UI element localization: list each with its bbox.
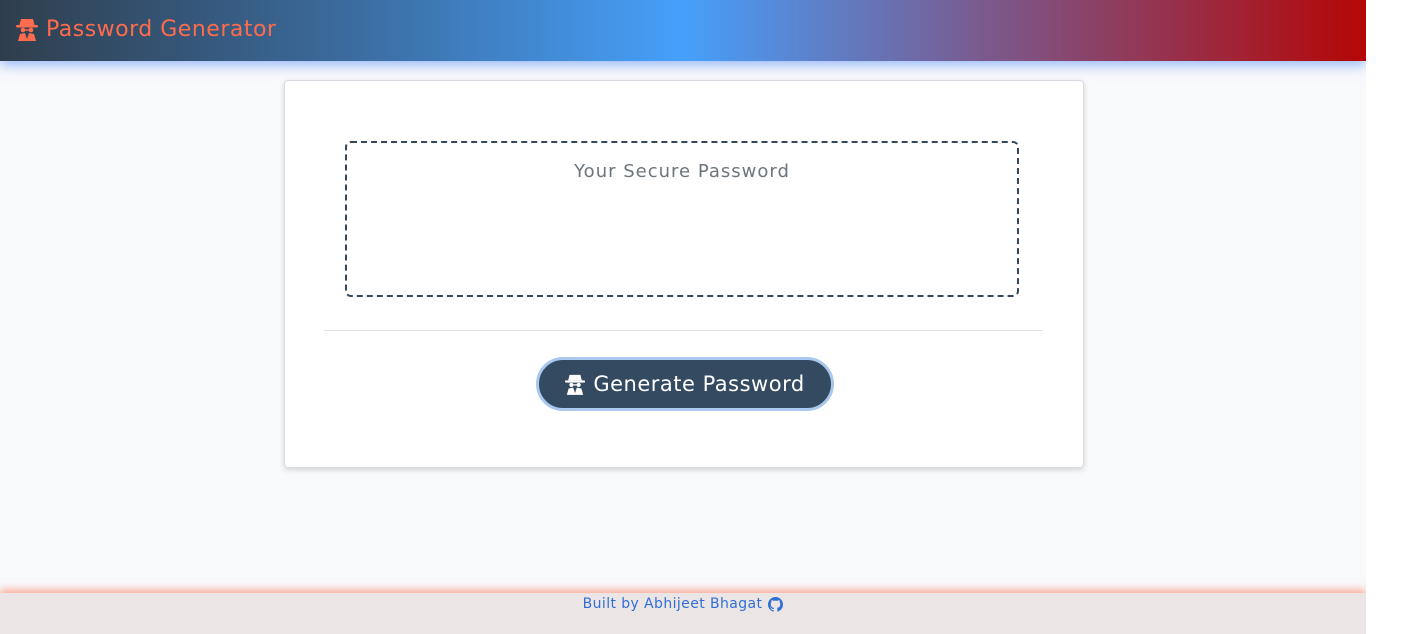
app-viewport: Password Generator Generate Password Bui… [0,0,1366,634]
password-output[interactable] [345,141,1019,297]
footer-credit: Built by Abhijeet Bhagat [582,596,763,612]
generate-password-button[interactable]: Generate Password [536,357,834,411]
github-icon[interactable] [768,596,784,612]
spy-icon [565,373,586,395]
top-navbar: Password Generator [0,0,1366,61]
generate-button-label: Generate Password [593,372,805,396]
divider [324,330,1043,331]
spy-icon [16,17,38,41]
app-title: Password Generator [46,16,277,42]
generator-card: Generate Password [284,80,1084,468]
brand-link[interactable]: Password Generator [16,14,276,44]
footer: Built by Abhijeet Bhagat [0,593,1366,634]
footer-content: Built by Abhijeet Bhagat [0,596,1366,612]
